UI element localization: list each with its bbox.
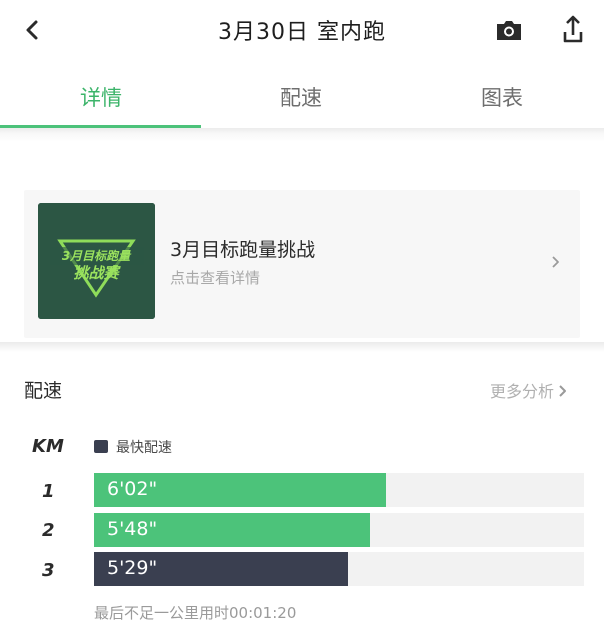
legend-label-fastest: 最快配速 [116, 440, 172, 456]
badge-line1: 3月目标跑量 [62, 249, 132, 263]
top-bar: 3月30日 室内跑 [0, 0, 604, 62]
pace-bar-label: 6'02" [107, 478, 158, 500]
tab-bar: 详情 配速 图表 [0, 62, 604, 130]
chevron-right-icon [552, 256, 559, 268]
challenge-title: 3月目标跑量挑战 [170, 239, 316, 261]
legend-swatch-fastest [94, 440, 108, 453]
pace-bar-label: 5'29" [107, 557, 158, 579]
pace-row-km: 3 [42, 560, 55, 581]
chevron-right-icon [559, 385, 567, 397]
challenge-subtitle: 点击查看详情 [170, 269, 261, 287]
pace-bar-track: 5'29" [94, 552, 584, 586]
tab-charts[interactable]: 图表 [402, 82, 602, 112]
pace-row-km: 2 [42, 520, 55, 541]
tab-pace[interactable]: 配速 [201, 82, 401, 112]
challenge-thumbnail: 3月目标跑量 挑战赛 [38, 203, 155, 319]
km-column-header: KM [32, 436, 64, 457]
pace-bar-track: 6'02" [94, 473, 584, 507]
tab-bar-shadow [0, 128, 604, 142]
more-analysis-label: 更多分析 [490, 382, 555, 401]
challenge-card[interactable]: 3月目标跑量 挑战赛 3月目标跑量挑战 点击查看详情 [24, 190, 580, 338]
last-segment-note: 最后不足一公里用时00:01:20 [94, 604, 297, 622]
camera-icon[interactable] [494, 15, 524, 45]
pace-bar: 5'48" [94, 513, 370, 547]
pace-section-title: 配速 [24, 380, 63, 402]
challenge-badge-icon: 3月目标跑量 挑战赛 [38, 203, 155, 319]
tab-details[interactable]: 详情 [1, 82, 201, 112]
badge-line2: 挑战赛 [73, 264, 121, 282]
more-analysis-link[interactable]: 更多分析 [490, 378, 568, 402]
pace-bar-fastest: 5'29" [94, 552, 348, 586]
pace-bar: 6'02" [94, 473, 386, 507]
share-icon[interactable] [556, 13, 586, 45]
pace-bar-label: 5'48" [107, 518, 158, 540]
pace-bar-track: 5'48" [94, 513, 584, 547]
pace-row-km: 1 [42, 481, 55, 502]
challenge-section: 3月目标跑量 挑战赛 3月目标跑量挑战 点击查看详情 [0, 142, 604, 342]
section-divider [0, 342, 604, 352]
